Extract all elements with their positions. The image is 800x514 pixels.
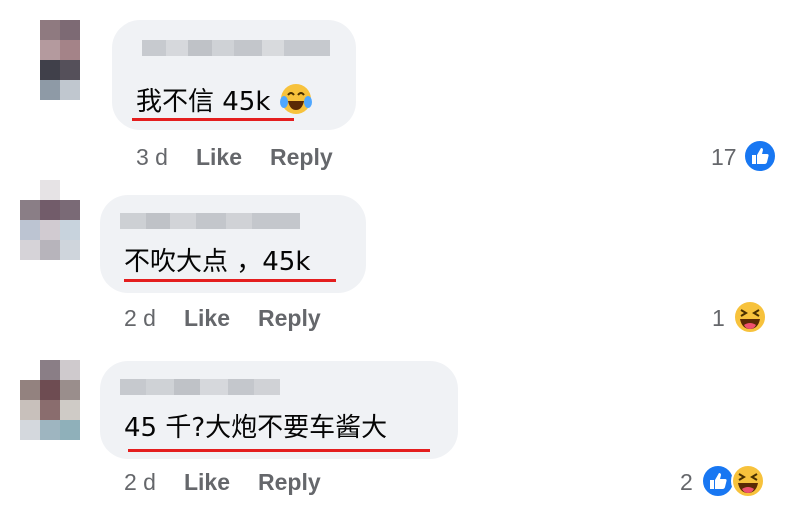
comment-text: 我不信 45k (136, 82, 313, 117)
comment-bubble: 不吹大点 ，45k (100, 195, 366, 293)
comment-3: 45 千?大炮不要车酱大 2 d Like Reply 2 (0, 345, 800, 514)
comment-2: 不吹大点 ，45k 2 d Like Reply 1 (0, 175, 800, 345)
avatar[interactable] (20, 360, 80, 440)
haha-reaction-icon[interactable] (730, 463, 766, 499)
like-button[interactable]: Like (196, 144, 242, 170)
timestamp[interactable]: 2 d (124, 305, 156, 331)
comment-actions: 3 d Like Reply (136, 144, 333, 171)
reaction-count[interactable]: 17 (711, 144, 737, 171)
timestamp[interactable]: 2 d (124, 469, 156, 495)
like-reaction-icon[interactable] (742, 138, 778, 174)
like-button[interactable]: Like (184, 469, 230, 495)
reply-button[interactable]: Reply (270, 144, 333, 170)
like-button[interactable]: Like (184, 305, 230, 331)
comment-actions: 2 d Like Reply (124, 305, 321, 332)
reaction-count[interactable]: 2 (680, 469, 693, 496)
comment-text: 45 千?大炮不要车酱大 (124, 413, 388, 443)
haha-reaction-icon[interactable] (732, 299, 768, 335)
author-name-blurred[interactable] (120, 379, 280, 395)
comment-bubble: 45 千?大炮不要车酱大 (100, 361, 458, 459)
joy-icon (279, 84, 312, 114)
reaction-count[interactable]: 1 (712, 305, 725, 332)
comment-actions: 2 d Like Reply (124, 469, 321, 496)
reply-button[interactable]: Reply (258, 469, 321, 495)
reply-button[interactable]: Reply (258, 305, 321, 331)
red-underline (132, 118, 294, 121)
avatar[interactable] (20, 180, 80, 260)
author-name-blurred[interactable] (120, 213, 300, 229)
timestamp[interactable]: 3 d (136, 144, 168, 170)
avatar[interactable] (40, 20, 100, 100)
red-underline (124, 279, 336, 282)
author-name-blurred[interactable] (142, 40, 330, 56)
comment-text: 不吹大点 ，45k (124, 247, 311, 277)
red-underline (128, 449, 430, 452)
comment-bubble: 我不信 45k (112, 20, 356, 130)
comment-1: 我不信 45k 3 d Like Reply 17 (0, 0, 800, 175)
